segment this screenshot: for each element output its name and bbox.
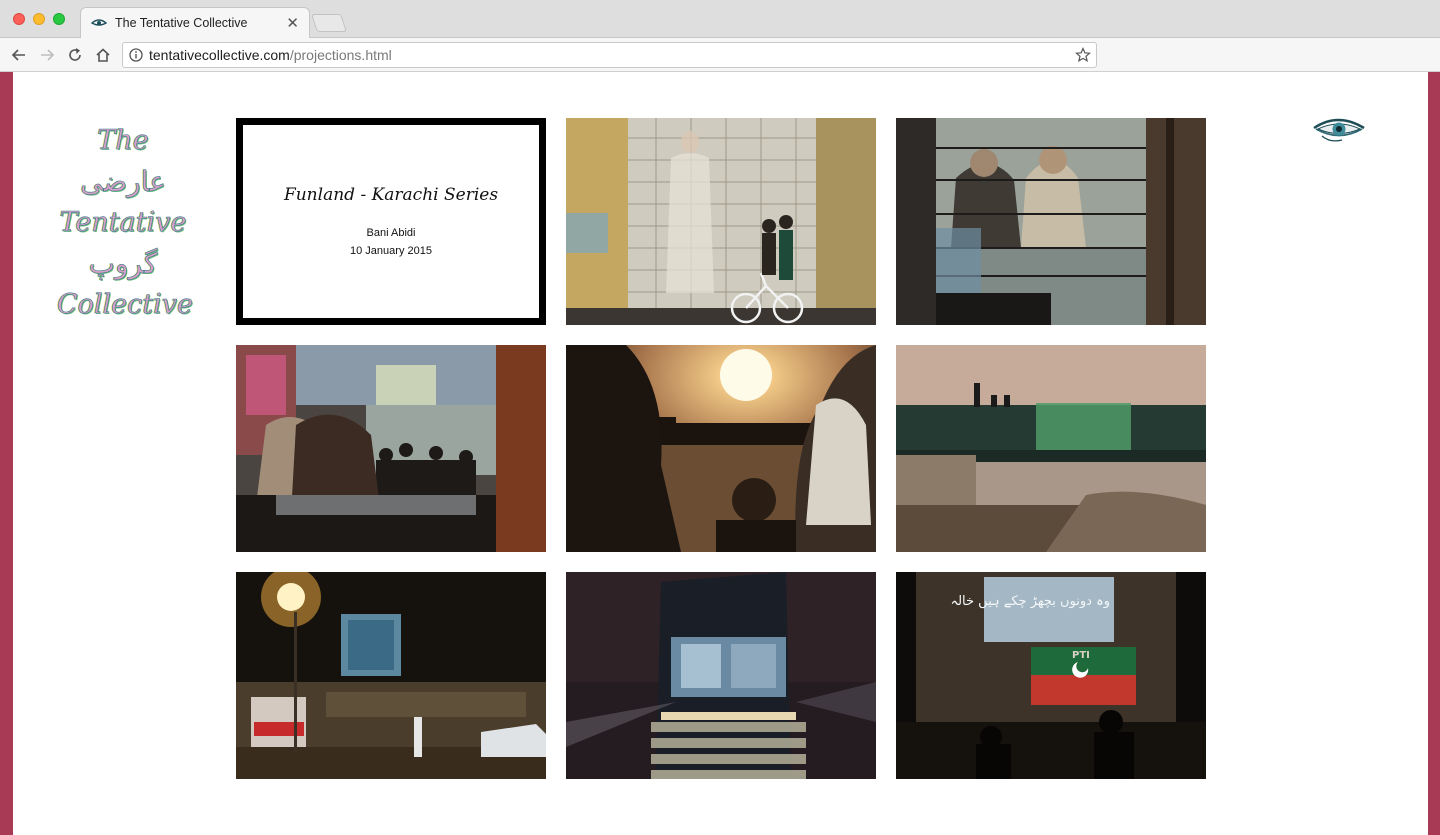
browser-toolbar: tentativecollective.com /projections.htm…: [0, 38, 1440, 72]
back-arrow-icon[interactable]: [9, 45, 29, 65]
logo-line-urdu-1: عارضی: [80, 165, 166, 199]
card-artist: Bani Abidi: [366, 227, 416, 239]
gallery-photo-pti-projection[interactable]: وہ دونوں بچھڑ چکے ہیں خالہ PTI: [896, 572, 1206, 779]
page-content: The عارضی Tentative گروپ Collective Funl…: [13, 72, 1428, 835]
browser-tab-bar: The Tentative Collective ✕: [0, 0, 1440, 38]
projections-gallery: Funland - Karachi Series Bani Abidi 10 J…: [236, 118, 1206, 780]
window-zoom-button[interactable]: [53, 13, 65, 25]
browser-tab[interactable]: The Tentative Collective ✕: [80, 7, 310, 38]
gallery-photo-bridge-projection[interactable]: [896, 345, 1206, 552]
gallery-tile-title-card[interactable]: Funland - Karachi Series Bani Abidi 10 J…: [236, 118, 546, 325]
eye-icon: [91, 19, 107, 26]
gallery-photo-sunset-gathering[interactable]: [566, 345, 876, 552]
home-icon[interactable]: [93, 45, 113, 65]
info-icon[interactable]: [129, 48, 143, 62]
forward-arrow-icon[interactable]: [37, 45, 57, 65]
new-tab-button[interactable]: [311, 14, 347, 32]
reload-icon[interactable]: [65, 45, 85, 65]
logo-line-the: The: [97, 125, 149, 157]
site-logo[interactable]: The عارضی Tentative گروپ Collective: [57, 120, 194, 325]
gallery-photo-portrait-projection[interactable]: [896, 118, 1206, 325]
star-icon[interactable]: [1075, 47, 1091, 63]
card-title: Funland - Karachi Series: [283, 185, 499, 205]
gallery-photo-street-crowd[interactable]: [236, 345, 546, 552]
logo-line-collective: Collective: [57, 289, 194, 321]
logo-line-urdu-2: گروپ: [88, 247, 158, 281]
url-path: /projections.html: [289, 47, 392, 63]
close-icon[interactable]: ✕: [286, 16, 299, 31]
tab-title: The Tentative Collective: [115, 16, 248, 30]
gallery-photo-wall-projection[interactable]: [566, 118, 876, 325]
pti-sign-text: PTI: [1072, 650, 1090, 661]
address-bar[interactable]: tentativecollective.com /projections.htm…: [122, 42, 1097, 68]
projected-urdu-text: وہ دونوں بچھڑ چکے ہیں خالہ: [950, 594, 1110, 609]
url-host: tentativecollective.com: [149, 47, 290, 63]
card-date: 10 January 2015: [350, 245, 432, 257]
window-close-button[interactable]: [13, 13, 25, 25]
gallery-photo-building-projection[interactable]: [566, 572, 876, 779]
logo-line-tentative: Tentative: [59, 207, 187, 239]
gallery-photo-night-street[interactable]: [236, 572, 546, 779]
eye-icon[interactable]: [1312, 116, 1366, 144]
window-minimize-button[interactable]: [33, 13, 45, 25]
hand-cursor-icon: [424, 262, 546, 325]
